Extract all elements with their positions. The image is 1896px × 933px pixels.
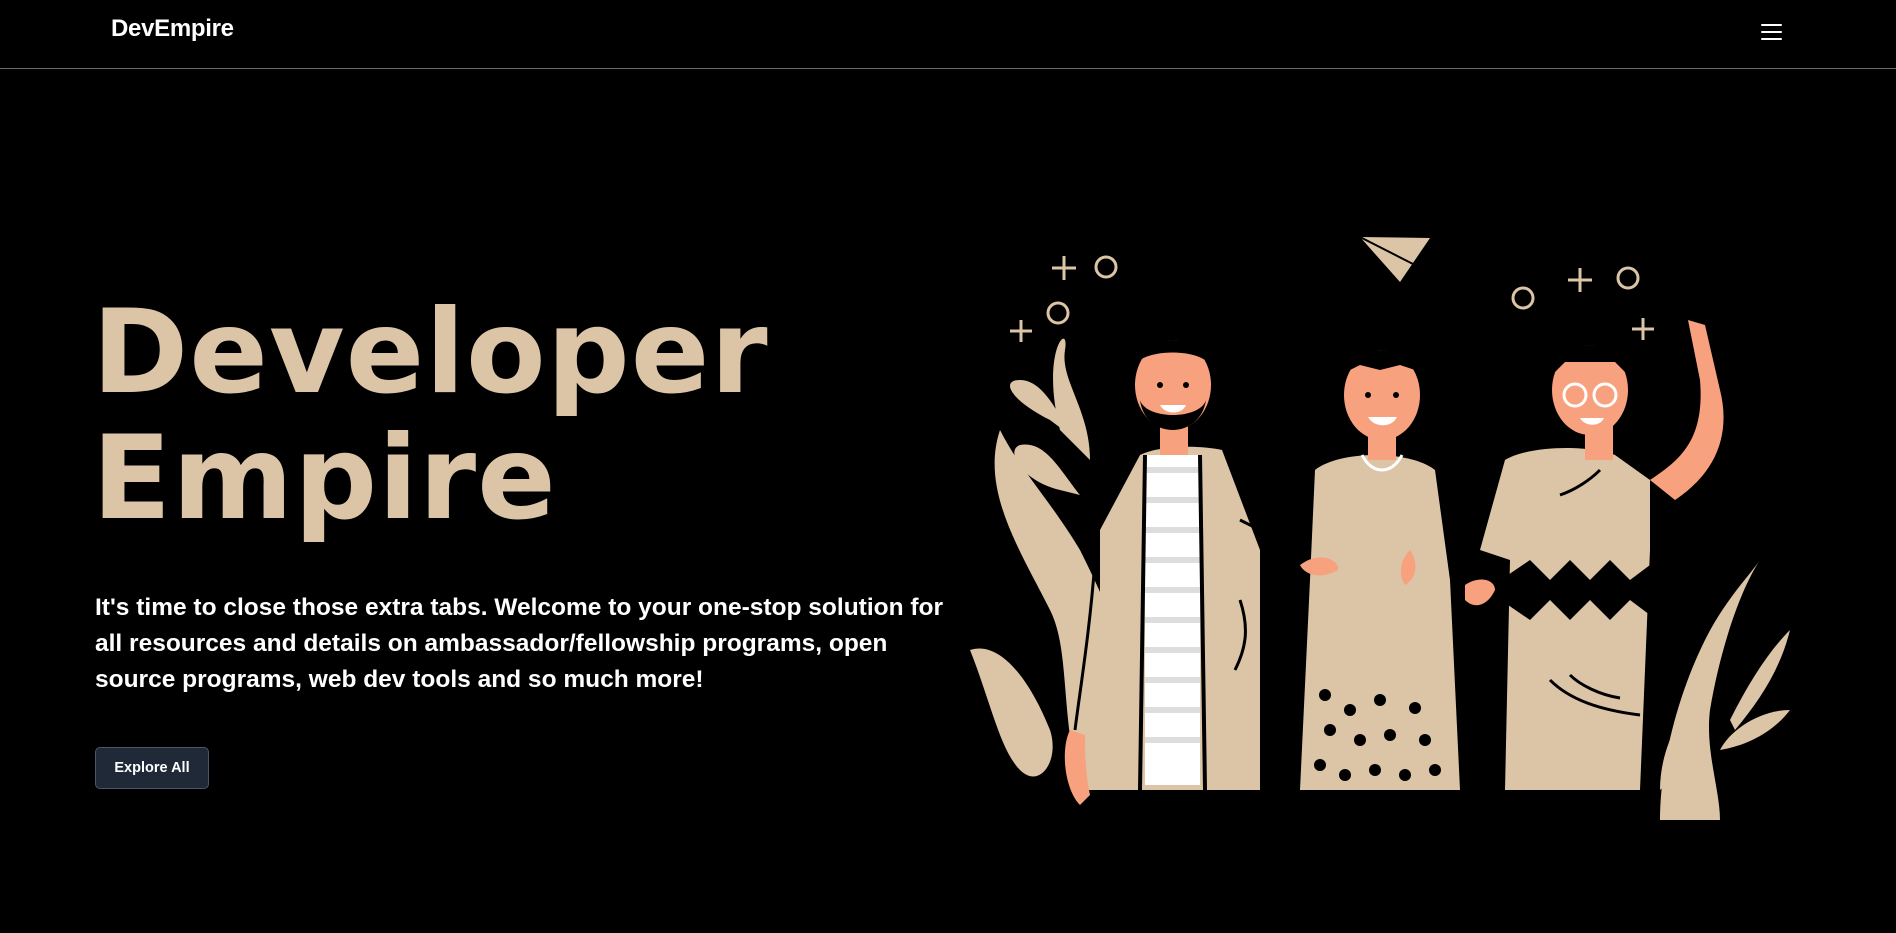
hero-description: It's time to close those extra tabs. Wel… <box>95 594 944 693</box>
hamburger-menu-icon-bar <box>1761 24 1782 26</box>
sparkle-decoration-icon <box>1010 255 1654 342</box>
paper-plane-icon <box>1359 236 1430 282</box>
person-woman-icon <box>1239 350 1460 811</box>
hero-title-line-1: Developer <box>92 285 769 420</box>
explore-all-button[interactable]: Explore All <box>95 747 209 789</box>
top-navbar: DevEmpire <box>0 0 1896 69</box>
hero-title-line-2: Empire <box>92 411 557 546</box>
hamburger-menu-icon-bar <box>1761 38 1782 40</box>
hamburger-menu-button[interactable] <box>1758 20 1786 44</box>
brand-logo-text[interactable]: DevEmpire <box>111 15 234 43</box>
three-friends-illustration <box>970 236 1790 820</box>
hamburger-menu-icon-bar <box>1761 31 1782 33</box>
hero-title: Developer Empire <box>92 290 769 542</box>
